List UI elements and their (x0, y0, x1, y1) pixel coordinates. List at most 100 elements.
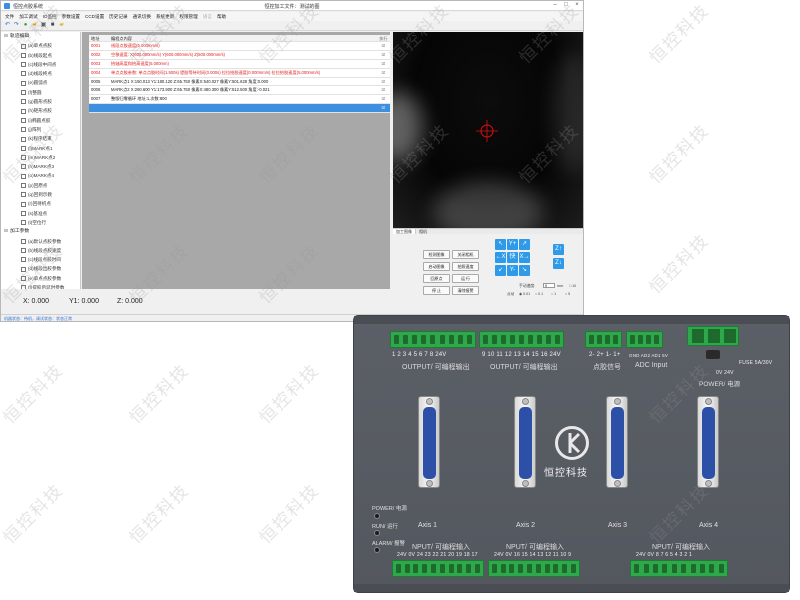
tree-item[interactable]: (n)MARK点3 (1, 162, 80, 171)
table-row[interactable]: 0005 MARK点1 X:150.013 Y1:180.120 Z:65.750… (89, 78, 390, 87)
jog-z-plus-button[interactable]: Z↑ (553, 244, 564, 255)
jog-speed-button[interactable]: 快 (507, 252, 518, 263)
camera-view[interactable] (393, 32, 583, 228)
instruction-tree[interactable]: ⊟ 轨迹编辑 (a)单点点胶 (b)线段起点 (c)线段中间点 (d)线段终点 (e)圆弧点… (1, 32, 81, 289)
photo-speed-button[interactable]: 拍照速度 (452, 262, 479, 271)
row-exec-checkbox[interactable]: ☑ (377, 95, 390, 103)
tree-item[interactable]: (a)单点点胶 (1, 41, 80, 50)
tree-item[interactable]: (l)MARK点1 (1, 144, 80, 153)
jog-z-minus-button[interactable]: Z↓ (553, 258, 564, 269)
row-exec-checkbox[interactable]: ☑ (377, 51, 390, 59)
tree-item[interactable]: (b)线段起点 (1, 51, 80, 60)
table-row[interactable]: 0001 线段点胶速度(5.000mm/s) ☑ (89, 42, 390, 51)
detect-image-button[interactable]: 检测图像 (423, 250, 450, 259)
jog-check-option[interactable]: □ 10 (569, 284, 576, 288)
home-button[interactable]: 回原点 (423, 274, 450, 283)
clear-alarm-button[interactable]: 清除报警 (452, 286, 479, 295)
table-row[interactable]: 0002 空移速度: X(600.000mm/s) Y(600.000mm/s) … (89, 51, 390, 60)
menu-item[interactable]: 帮助 (217, 12, 226, 21)
jog-x-minus-button[interactable]: ←X (495, 252, 506, 263)
menu-item[interactable]: 历史记录 (109, 12, 127, 21)
start-image-button[interactable]: 启动图像 (423, 262, 450, 271)
jog-step-option[interactable]: ○ 1 (551, 292, 556, 296)
run-button[interactable]: 运 行 (452, 274, 479, 283)
tree-item[interactable]: (p)回原点 (1, 181, 80, 190)
jog-speed-label: 手动速度: (519, 284, 536, 288)
top-rail (354, 316, 789, 324)
tree-item[interactable]: (h)矩形点胶 (1, 106, 80, 115)
tree-item[interactable]: (b)线段点胶速度 (1, 246, 80, 255)
menu-item[interactable]: 通讯切换 (133, 12, 151, 21)
tree-item[interactable]: (c)线段中间点 (1, 60, 80, 69)
row-address: 0004 (91, 69, 101, 75)
tree-item[interactable]: (t)空位行 (1, 218, 80, 227)
table-row[interactable]: 0006 MARK点2 X:260.600 Y1:173.900 Z:65.750… (89, 86, 390, 96)
tree-item[interactable]: (i)椭圆点胶 (1, 116, 80, 125)
table-row[interactable]: 0007 整版归零循环 地址:1,次数:800 ☑ (89, 95, 390, 105)
menu-item[interactable]: 文件 (5, 12, 14, 21)
tree-item[interactable]: (d)线段终点 (1, 69, 80, 78)
tree-item[interactable]: (s)基准点 (1, 209, 80, 218)
tree-item[interactable]: (g)圆形点胶 (1, 97, 80, 106)
collapse-toggle-icon[interactable]: ⊟ (4, 229, 8, 234)
tree-item[interactable]: (m)MARK点2 (1, 153, 80, 162)
tree-item[interactable]: (q)回到示教 (1, 190, 80, 199)
minimize-button[interactable]: – (551, 2, 559, 9)
tree-item[interactable]: (o)MARK点4 (1, 171, 80, 180)
tree-item[interactable]: (c)线段点胶时间 (1, 255, 80, 264)
jog-x-plus-button[interactable]: X→ (519, 252, 530, 263)
program-table[interactable]: 地址 编程点内容 执行 0001 线段点胶速度(5.000mm/s) ☑ 0002 空移… (89, 35, 390, 114)
jog-y-minus-button[interactable]: Y- (507, 265, 518, 276)
new-file-icon[interactable]: ● (22, 22, 29, 29)
tree-item[interactable]: (d)线段出胶参数 (1, 264, 80, 273)
table-row[interactable]: ☑ (89, 104, 390, 114)
tree-group[interactable]: ⊟ 加工参数 (1, 227, 80, 236)
collapse-toggle-icon[interactable]: ⊟ (4, 34, 8, 39)
tree-item[interactable]: (j)阵列 (1, 125, 80, 134)
close-button[interactable]: × (573, 2, 581, 9)
jog-step-option[interactable]: ◉ 0.01 (519, 292, 530, 296)
save-icon[interactable]: ▣ (40, 22, 47, 29)
tree-item[interactable]: (r)回待机点 (1, 199, 80, 208)
tree-item[interactable]: (e)单点点胶参数 (1, 274, 80, 283)
table-row[interactable]: 0003 抬轴高度和抬高速度(5.000mm) ☑ (89, 60, 390, 69)
tree-group[interactable]: ⊟ 轨迹编辑 (1, 32, 80, 41)
close-camera-button[interactable]: 关闭相机 (452, 250, 479, 259)
open-folder-icon[interactable]: ▰ (31, 22, 38, 29)
jog-step-option[interactable]: ○ 0.1 (535, 292, 543, 296)
maximize-button[interactable]: □ (562, 2, 570, 9)
menu-item[interactable]: 加工调试 (19, 12, 37, 21)
row-address: 0006 (91, 87, 101, 93)
menu-item[interactable]: CCD设置 (85, 12, 104, 21)
lock-icon[interactable]: ■ (49, 22, 56, 29)
tree-item[interactable]: (a)默认点胶参数 (1, 237, 80, 246)
jog-speed-input[interactable]: 5 (543, 283, 555, 288)
table-row[interactable]: 0004 单点点胶参数: 单点点胶时间(1.500s) 提胶等待时间(0.000s… (89, 69, 390, 78)
jog-xy-diagonal-button[interactable]: ↖ (495, 239, 506, 250)
jog-xy-diagonal-button[interactable]: ↙ (495, 265, 506, 276)
menu-item[interactable]: 语言 (203, 12, 212, 21)
row-exec-checkbox[interactable]: ☑ (377, 60, 390, 68)
row-exec-checkbox[interactable]: ☑ (377, 104, 390, 112)
row-exec-checkbox[interactable]: ☑ (377, 78, 390, 86)
tree-item[interactable]: (k)程序结束 (1, 134, 80, 143)
jog-xy-diagonal-button[interactable]: ↗ (519, 239, 530, 250)
tree-item[interactable]: (f)整圆 (1, 88, 80, 97)
menu-item[interactable]: 参数设置 (62, 12, 80, 21)
menu-item[interactable]: 系统更新 (156, 12, 174, 21)
row-exec-checkbox[interactable]: ☑ (377, 86, 390, 94)
row-address: 0002 (91, 51, 101, 57)
stop-button[interactable]: 停 止 (423, 286, 450, 295)
tree-item[interactable]: (e)圆弧点 (1, 78, 80, 87)
jog-xy-diagonal-button[interactable]: ↘ (519, 265, 530, 276)
menu-item[interactable]: 权限管理 (179, 12, 197, 21)
row-exec-checkbox[interactable]: ☑ (377, 69, 390, 77)
undo-icon[interactable]: ↶ (4, 22, 11, 29)
output-label: OUTPUT/ 可编程输出 (402, 364, 470, 371)
menu-item[interactable]: IO监控 (43, 12, 57, 21)
folder-icon[interactable]: ▰ (58, 22, 65, 29)
jog-step-option[interactable]: ○ 5 (565, 292, 570, 296)
row-exec-checkbox[interactable]: ☑ (377, 42, 390, 50)
redo-icon[interactable]: ↷ (13, 22, 20, 29)
jog-y-plus-button[interactable]: Y+ (507, 239, 518, 250)
